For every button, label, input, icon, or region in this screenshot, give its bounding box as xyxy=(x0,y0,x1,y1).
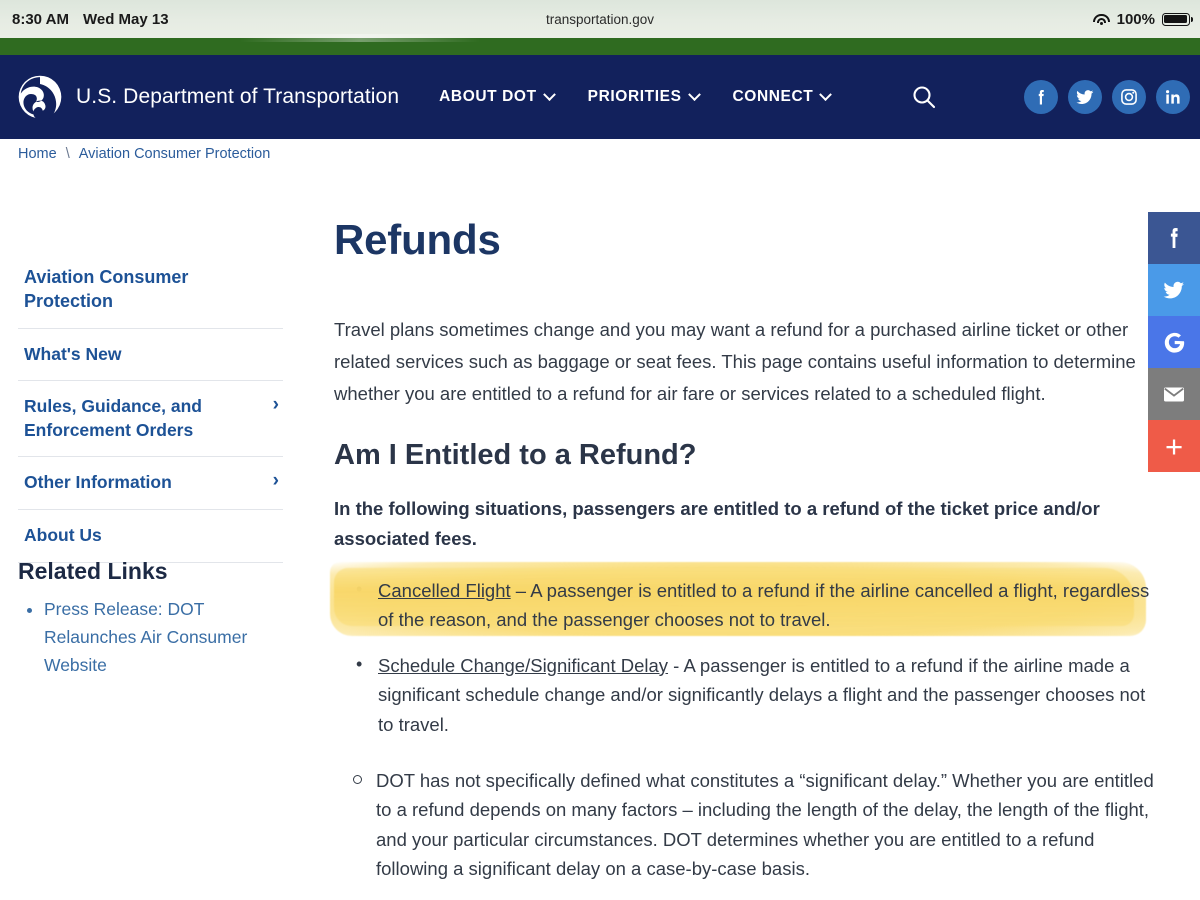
section-heading-entitled: Am I Entitled to a Refund? xyxy=(334,439,697,472)
twitter-icon xyxy=(1163,281,1184,299)
share-google-button[interactable] xyxy=(1148,316,1200,368)
linkedin-icon xyxy=(1166,90,1180,104)
sidebar-item-label: About Us xyxy=(24,525,102,546)
share-twitter-button[interactable] xyxy=(1148,264,1200,316)
related-links-section: Related Links Press Release: DOT Relaunc… xyxy=(18,558,290,679)
primary-navigation: ABOUT DOT PRIORITIES CONNECT xyxy=(439,83,938,111)
search-button[interactable] xyxy=(910,83,938,111)
email-icon xyxy=(1164,387,1184,402)
linkedin-link[interactable] xyxy=(1156,80,1190,114)
search-icon xyxy=(913,86,936,109)
breadcrumb-current-link[interactable]: Aviation Consumer Protection xyxy=(79,146,271,162)
chevron-down-icon xyxy=(687,87,701,101)
sidebar-navigation: Aviation Consumer Protection What's New … xyxy=(18,251,283,563)
battery-icon xyxy=(1162,12,1193,26)
social-share-rail: + xyxy=(1148,212,1200,472)
facebook-icon xyxy=(1170,228,1178,248)
link-cancelled-flight[interactable]: Cancelled Flight xyxy=(378,580,511,601)
sidebar-item-label: What's New xyxy=(24,343,122,364)
share-more-button[interactable]: + xyxy=(1148,420,1200,472)
page-top-green-band xyxy=(0,34,1200,55)
chevron-down-icon xyxy=(819,87,833,101)
breadcrumb-home-link[interactable]: Home xyxy=(18,146,57,162)
nav-item-priorities[interactable]: PRIORITIES xyxy=(587,87,701,106)
sidebar-item-label: Aviation Consumer Protection xyxy=(24,267,189,312)
sidebar-item-about-us[interactable]: About Us xyxy=(18,510,283,563)
sidebar-item-label: Rules, Guidance, and Enforcement Orders xyxy=(24,396,202,440)
share-facebook-button[interactable] xyxy=(1148,212,1200,264)
header-social-links xyxy=(1024,80,1200,114)
instagram-link[interactable] xyxy=(1112,80,1146,114)
significant-delay-sub-list: DOT has not specifically defined what co… xyxy=(334,766,1154,884)
entitlement-bullet-list: Cancelled Flight – A passenger is entitl… xyxy=(330,561,1154,740)
plus-icon: + xyxy=(1164,428,1184,464)
twitter-link[interactable] xyxy=(1068,80,1102,114)
nav-item-label: CONNECT xyxy=(732,88,814,105)
dot-triskelion-logo xyxy=(18,75,62,119)
chevron-right-icon: › xyxy=(272,470,279,492)
site-header: U.S. Department of Transportation ABOUT … xyxy=(0,55,1200,139)
main-content: Refunds Travel plans sometimes change an… xyxy=(330,216,1154,884)
sidebar-item-other-information[interactable]: Other Information › xyxy=(18,457,283,511)
related-links-title: Related Links xyxy=(18,558,168,584)
list-item-cancelled-flight: Cancelled Flight – A passenger is entitl… xyxy=(330,561,1154,636)
page-title: Refunds xyxy=(334,216,501,263)
nav-item-connect[interactable]: CONNECT xyxy=(732,87,833,106)
google-icon xyxy=(1164,332,1184,353)
list-item: Press Release: DOT Relaunches Air Consum… xyxy=(44,595,290,679)
breadcrumb: Home \ Aviation Consumer Protection xyxy=(18,146,270,162)
site-brand-name: U.S. Department of Transportation xyxy=(76,85,400,108)
intro-paragraph: Travel plans sometimes change and you ma… xyxy=(334,319,1136,404)
related-link-press-release[interactable]: Press Release: DOT Relaunches Air Consum… xyxy=(44,599,247,675)
sidebar-item-whats-new[interactable]: What's New xyxy=(18,329,283,382)
breadcrumb-separator: \ xyxy=(65,146,70,162)
facebook-icon xyxy=(1038,89,1044,105)
list-item-dot-significant-delay-note: DOT has not specifically defined what co… xyxy=(353,766,1154,884)
sidebar-item-aviation-consumer-protection[interactable]: Aviation Consumer Protection xyxy=(18,251,283,329)
related-links-list: Press Release: DOT Relaunches Air Consum… xyxy=(18,595,290,679)
nav-item-about-dot[interactable]: ABOUT DOT xyxy=(439,87,556,106)
nav-item-label: PRIORITIES xyxy=(587,88,682,105)
browser-url-label: transportation.gov xyxy=(545,12,655,27)
wifi-icon xyxy=(1092,13,1110,26)
twitter-icon xyxy=(1076,90,1094,104)
lede-paragraph: In the following situations, passengers … xyxy=(334,498,1100,550)
nav-item-label: ABOUT DOT xyxy=(439,88,537,105)
site-brand[interactable]: U.S. Department of Transportation xyxy=(0,75,399,119)
share-email-button[interactable] xyxy=(1148,368,1200,420)
list-item-schedule-change: Schedule Change/Significant Delay - A pa… xyxy=(356,650,1154,740)
chevron-down-icon xyxy=(542,87,556,101)
sidebar-item-label: Other Information xyxy=(24,472,172,493)
facebook-link[interactable] xyxy=(1024,80,1058,114)
link-schedule-change-significant-delay[interactable]: Schedule Change/Significant Delay xyxy=(378,655,668,676)
chevron-right-icon: › xyxy=(272,394,279,416)
sidebar-item-rules-guidance-enforcement-orders[interactable]: Rules, Guidance, and Enforcement Orders … xyxy=(18,381,283,458)
instagram-icon xyxy=(1121,89,1137,105)
ipad-status-bar: 8:30 AM Wed May 13 transportation.gov 10… xyxy=(0,0,1200,38)
